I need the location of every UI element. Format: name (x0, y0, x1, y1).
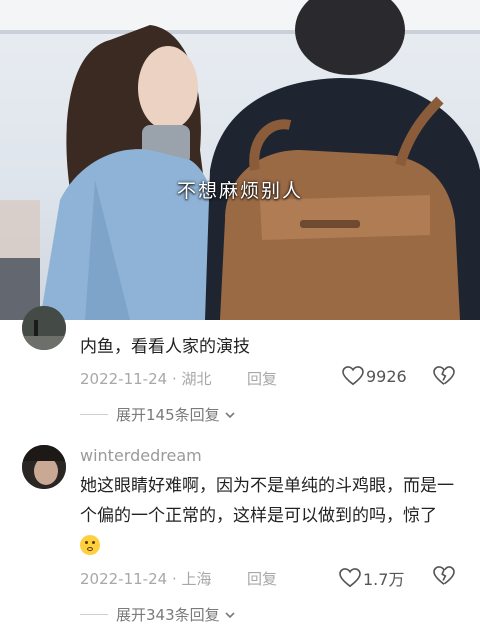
reply-button[interactable]: 回复 (247, 368, 277, 389)
heart-icon (342, 366, 364, 386)
comment-text: 内鱼，看看人家的演技 (80, 337, 250, 357)
video-scene (0, 0, 480, 320)
like-count: 9926 (366, 366, 407, 386)
comment-item: 内鱼，看看人家的演技 2022-11-24 · 湖北 回复 9926 展开145… (0, 306, 480, 430)
chevron-down-icon (223, 608, 237, 622)
broken-heart-icon (433, 366, 455, 385)
comment-date: 2022-11-24 (80, 570, 168, 588)
shocked-emoji-icon (80, 535, 100, 555)
like-button[interactable]: 1.7万 (339, 566, 404, 590)
avatar[interactable] (22, 445, 66, 489)
comment-username[interactable]: winterdedream (80, 446, 202, 465)
divider (80, 414, 108, 415)
expand-replies-label: 展开145条回复 (116, 406, 220, 424)
comment-text: 她这眼睛好难啊，因为不是单纯的斗鸡眼，而是一个偏的一个正常的，这样是可以做到的吗… (80, 471, 455, 561)
dislike-button[interactable] (433, 566, 455, 590)
video-frame[interactable]: 不想麻烦别人 (0, 0, 480, 320)
avatar[interactable] (22, 306, 66, 350)
expand-replies-button[interactable]: 展开343条回复 (80, 604, 237, 625)
comment-location: 湖北 (181, 370, 212, 388)
like-button[interactable]: 9926 (342, 366, 407, 386)
video-subtitle: 不想麻烦别人 (176, 180, 303, 202)
expand-replies-button[interactable]: 展开145条回复 (80, 404, 237, 425)
dislike-button[interactable] (433, 366, 455, 390)
comment-text-body: 她这眼睛好难啊，因为不是单纯的斗鸡眼，而是一个偏的一个正常的，这样是可以做到的吗… (80, 476, 454, 526)
reply-button[interactable]: 回复 (247, 568, 277, 589)
comment-item: winterdedream 她这眼睛好难啊，因为不是单纯的斗鸡眼，而是一个偏的一… (0, 440, 480, 640)
comment-date: 2022-11-24 (80, 370, 168, 388)
like-count: 1.7万 (363, 570, 405, 589)
expand-replies-label: 展开343条回复 (116, 606, 220, 624)
chevron-down-icon (223, 408, 237, 422)
comment-meta: 2022-11-24 · 上海 (80, 570, 212, 588)
heart-icon (339, 568, 361, 588)
comment-meta: 2022-11-24 · 湖北 (80, 370, 212, 388)
comment-location: 上海 (181, 570, 212, 588)
divider (80, 614, 108, 615)
broken-heart-icon (433, 566, 455, 585)
